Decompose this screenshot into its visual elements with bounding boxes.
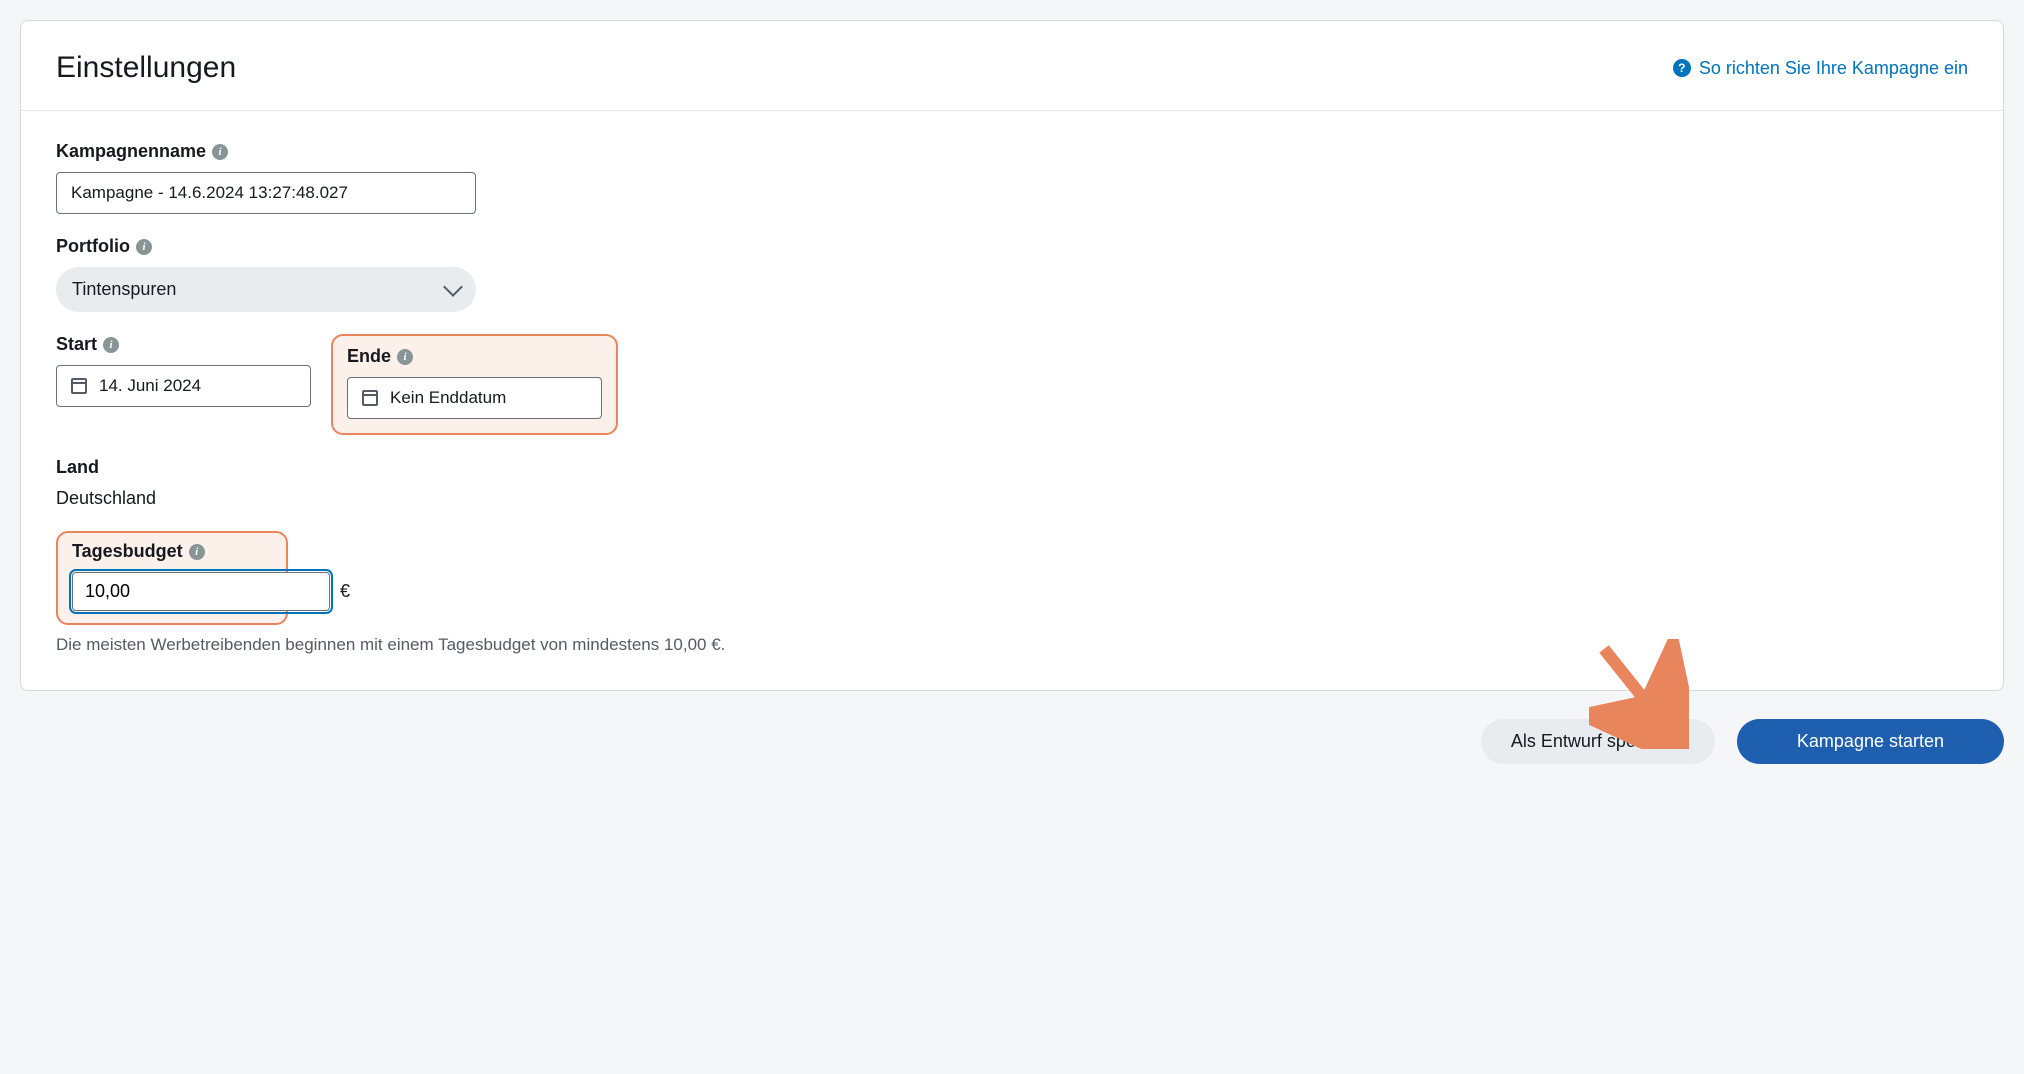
help-link-text: So richten Sie Ihre Kampagne ein (1699, 58, 1968, 79)
date-row: Start i 14. Juni 2024 Ende i Kein Enddat… (56, 334, 1968, 435)
budget-hint: Die meisten Werbetreibenden beginnen mit… (56, 635, 1968, 655)
end-date-label: Ende (347, 346, 391, 367)
help-icon: ? (1673, 59, 1691, 77)
info-icon[interactable]: i (103, 337, 119, 353)
start-date-input[interactable]: 14. Juni 2024 (56, 365, 311, 407)
budget-group-highlighted: Tagesbudget i € (56, 531, 288, 625)
campaign-name-label: Kampagnenname (56, 141, 206, 162)
start-date-value: 14. Juni 2024 (99, 376, 201, 396)
campaign-name-input[interactable] (56, 172, 476, 214)
campaign-name-group: Kampagnenname i (56, 141, 1968, 214)
info-icon[interactable]: i (136, 239, 152, 255)
info-icon[interactable]: i (397, 349, 413, 365)
end-date-value: Kein Enddatum (390, 388, 506, 408)
info-icon[interactable]: i (212, 144, 228, 160)
calendar-icon (71, 378, 87, 394)
budget-label: Tagesbudget (72, 541, 183, 562)
save-draft-button[interactable]: Als Entwurf speichern (1481, 719, 1715, 764)
portfolio-selected-value: Tintenspuren (72, 279, 176, 300)
start-date-group: Start i 14. Juni 2024 (56, 334, 311, 435)
portfolio-select[interactable]: Tintenspuren (56, 267, 476, 312)
portfolio-label: Portfolio (56, 236, 130, 257)
settings-card: Einstellungen ? So richten Sie Ihre Kamp… (20, 20, 2004, 691)
portfolio-group: Portfolio i Tintenspuren (56, 236, 1968, 312)
chevron-down-icon (443, 277, 463, 297)
start-campaign-button[interactable]: Kampagne starten (1737, 719, 2004, 764)
action-bar: Als Entwurf speichern Kampagne starten (20, 719, 2004, 764)
end-date-group-highlighted: Ende i Kein Enddatum (331, 334, 618, 435)
country-group: Land Deutschland (56, 457, 1968, 509)
card-body: Kampagnenname i Portfolio i Tintenspuren… (21, 111, 2003, 690)
card-header: Einstellungen ? So richten Sie Ihre Kamp… (21, 21, 2003, 111)
budget-currency: € (340, 581, 350, 602)
help-link[interactable]: ? So richten Sie Ihre Kampagne ein (1673, 58, 1968, 79)
end-date-input[interactable]: Kein Enddatum (347, 377, 602, 419)
country-value: Deutschland (56, 488, 1968, 509)
page-title: Einstellungen (56, 51, 236, 85)
start-date-label: Start (56, 334, 97, 355)
country-label: Land (56, 457, 99, 478)
info-icon[interactable]: i (189, 544, 205, 560)
calendar-icon (362, 390, 378, 406)
budget-input[interactable] (72, 572, 330, 611)
